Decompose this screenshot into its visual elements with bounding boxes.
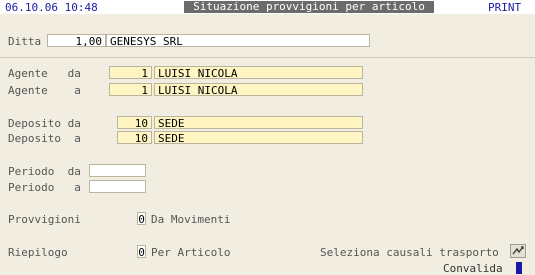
periodo-da-field[interactable]: 1012006 bbox=[89, 164, 146, 177]
window: 06.10.06 10:48 Situazione provvigioni pe… bbox=[0, 0, 535, 275]
select-arrow-icon bbox=[512, 246, 524, 255]
riepilogo-desc: Per Articolo bbox=[151, 246, 231, 259]
title-bar: 06.10.06 10:48 Situazione provvigioni pe… bbox=[0, 0, 535, 14]
deposito-a-name-field[interactable]: SEDE bbox=[154, 131, 363, 144]
ditta-label: Ditta bbox=[8, 35, 42, 48]
provvigioni-desc: Da Movimenti bbox=[151, 213, 231, 226]
provvigioni-label: Provvigioni bbox=[8, 213, 81, 226]
ditta-name-field[interactable]: GENESYS SRL bbox=[106, 34, 370, 47]
print-button[interactable]: PRINT bbox=[488, 1, 521, 14]
riepilogo-field[interactable]: 0 bbox=[137, 245, 146, 259]
riepilogo-label: Riepilogo bbox=[8, 246, 68, 259]
separator bbox=[0, 57, 535, 58]
deposito-da-name-field[interactable]: SEDE bbox=[154, 116, 363, 129]
convalida-button[interactable] bbox=[516, 262, 522, 274]
deposito-a-code-field[interactable]: 10 bbox=[117, 131, 152, 144]
causali-label: Seleziona causali trasporto bbox=[320, 246, 499, 259]
ditta-code-field[interactable]: 1,00 bbox=[47, 34, 106, 47]
deposito-da-label: Deposito da bbox=[8, 117, 81, 130]
agente-a-code-field[interactable]: 1 bbox=[109, 83, 152, 96]
window-title: Situazione provvigioni per articolo bbox=[184, 1, 434, 13]
agente-da-label: Agente da bbox=[8, 67, 81, 80]
periodo-da-label: Periodo da bbox=[8, 165, 81, 178]
deposito-a-label: Deposito a bbox=[8, 132, 81, 145]
datetime-text: 06.10.06 10:48 bbox=[5, 1, 98, 14]
agente-da-code-field[interactable]: 1 bbox=[109, 66, 152, 79]
provvigioni-field[interactable]: 0 bbox=[137, 212, 146, 226]
agente-da-name-field[interactable]: LUISI NICOLA bbox=[154, 66, 363, 79]
convalida-label: Convalida bbox=[443, 262, 503, 275]
agente-a-label: Agente a bbox=[8, 84, 81, 97]
periodo-a-field[interactable]: 6102006 bbox=[89, 180, 146, 193]
deposito-da-code-field[interactable]: 10 bbox=[117, 116, 152, 129]
periodo-a-label: Periodo a bbox=[8, 181, 81, 194]
causali-select-button[interactable] bbox=[510, 244, 526, 258]
agente-a-name-field[interactable]: LUISI NICOLA bbox=[154, 83, 363, 96]
